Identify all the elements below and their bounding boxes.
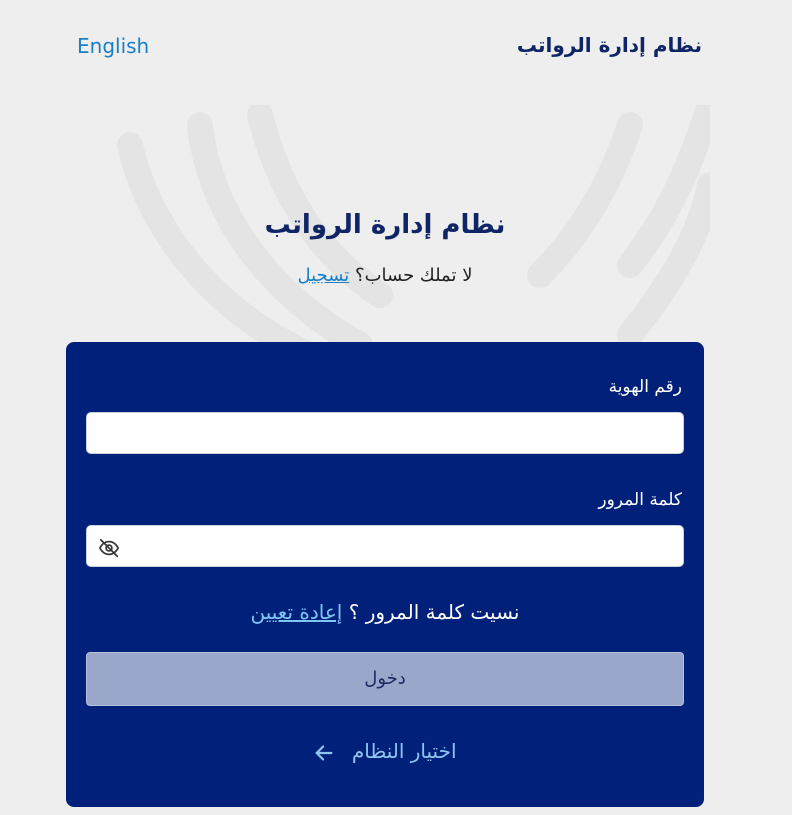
password-input[interactable] bbox=[86, 525, 684, 567]
signup-prompt: لا تملك حساب؟ تسجيل bbox=[0, 265, 770, 286]
arrow-left-icon bbox=[316, 744, 333, 761]
login-button[interactable]: دخول bbox=[86, 652, 684, 706]
brand-title: نظام إدارة الرواتب bbox=[516, 33, 702, 57]
signup-link[interactable]: تسجيل bbox=[298, 265, 350, 286]
page-title: نظام إدارة الرواتب bbox=[264, 210, 506, 240]
id-number-input[interactable] bbox=[86, 412, 684, 454]
language-switch-link[interactable]: English bbox=[77, 34, 149, 58]
forgot-password-line: نسيت كلمة المرور ؟ إعادة تعيين bbox=[66, 600, 704, 624]
password-label: كلمة المرور bbox=[598, 490, 682, 510]
forgot-password-text: نسيت كلمة المرور ؟ bbox=[348, 600, 520, 624]
eye-off-icon[interactable] bbox=[98, 537, 120, 559]
reset-password-link[interactable]: إعادة تعيين bbox=[251, 600, 343, 624]
top-bar: English نظام إدارة الرواتب bbox=[0, 0, 792, 95]
choose-system-label: اختيار النظام bbox=[351, 739, 457, 763]
choose-system-link[interactable]: اختيار النظام bbox=[66, 739, 704, 764]
no-account-text: لا تملك حساب؟ bbox=[355, 265, 473, 286]
login-card: رقم الهوية كلمة المرور نسيت كلمة المرور … bbox=[66, 342, 704, 807]
id-number-label: رقم الهوية bbox=[608, 377, 682, 397]
